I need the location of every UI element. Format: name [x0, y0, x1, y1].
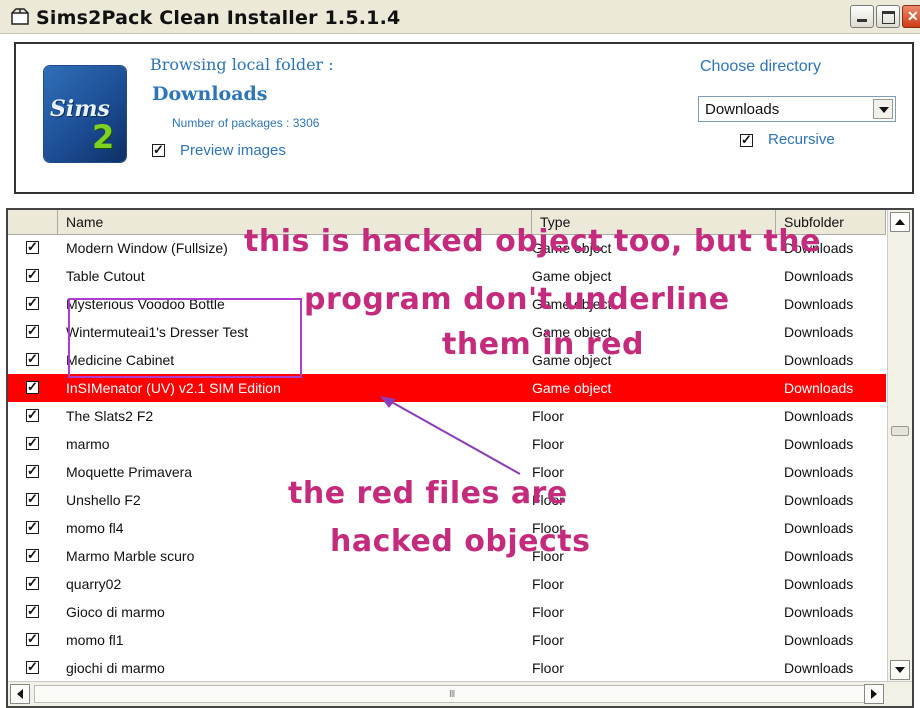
table-row[interactable]: Gioco di marmo Floor Downloads	[8, 598, 886, 626]
window-title: Sims2Pack Clean Installer 1.5.1.4	[36, 7, 401, 29]
row-checkbox[interactable]	[26, 603, 39, 619]
column-header-check[interactable]	[8, 210, 58, 234]
directory-select[interactable]: Downloads	[698, 96, 896, 122]
row-name: Marmo Marble scuro	[66, 548, 195, 564]
package-count: Number of packages : 3306	[172, 116, 320, 130]
row-subfolder: Downloads	[784, 660, 854, 676]
annotation-text-1: this is hacked object too, but the	[244, 224, 822, 259]
row-type: Floor	[532, 660, 564, 676]
minimize-button[interactable]	[850, 5, 874, 28]
annotation-text-5: hacked objects	[330, 524, 591, 559]
scroll-up-icon[interactable]	[890, 212, 910, 232]
row-type: Game object	[532, 380, 612, 396]
maximize-button[interactable]	[876, 5, 900, 28]
vertical-scrollbar[interactable]	[887, 210, 912, 682]
row-subfolder: Downloads	[784, 352, 854, 368]
row-checkbox[interactable]	[26, 351, 39, 367]
table-row[interactable]: quarry02 Floor Downloads	[8, 570, 886, 598]
row-name: Gioco di marmo	[66, 604, 165, 620]
annotation-text-3: them in red	[442, 327, 644, 362]
row-name: InSIMenator (UV) v2.1 SIM Edition	[66, 380, 281, 396]
row-subfolder: Downloads	[784, 436, 854, 452]
annotation-text-2: program don't underline	[304, 282, 730, 317]
row-checkbox[interactable]	[26, 295, 39, 311]
row-checkbox[interactable]	[26, 659, 39, 675]
sims2-logo: Sims 2	[44, 66, 126, 162]
row-type: Floor	[532, 576, 564, 592]
row-subfolder: Downloads	[784, 632, 854, 648]
preview-images-label[interactable]: Preview images	[180, 142, 286, 159]
annotation-text-4: the red files are	[288, 476, 568, 511]
row-name: quarry02	[66, 576, 122, 592]
row-checkbox[interactable]	[26, 435, 39, 451]
row-subfolder: Downloads	[784, 576, 854, 592]
row-subfolder: Downloads	[784, 296, 854, 312]
table-row[interactable]: InSIMenator (UV) v2.1 SIM Edition Game ob…	[8, 374, 886, 402]
row-checkbox[interactable]	[26, 323, 39, 339]
annotation-box	[68, 298, 302, 378]
browse-label: Browsing local folder :	[150, 55, 334, 74]
row-type: Floor	[532, 632, 564, 648]
table-row[interactable]: marmo Floor Downloads	[8, 430, 886, 458]
recursive-checkbox[interactable]	[740, 132, 753, 148]
row-type: Floor	[532, 604, 564, 620]
folder-name: Downloads	[152, 83, 268, 105]
preview-images-checkbox[interactable]	[152, 142, 165, 158]
row-subfolder: Downloads	[784, 268, 854, 284]
table-row[interactable]: The Slats2 F2 Floor Downloads	[8, 402, 886, 430]
row-name: Moquette Primavera	[66, 464, 193, 480]
row-name: Modern Window (Fullsize)	[66, 240, 228, 256]
horizontal-scrollbar[interactable]: III	[8, 681, 912, 706]
row-type: Floor	[532, 408, 564, 424]
row-name: marmo	[66, 436, 110, 452]
scroll-grip: III	[449, 689, 455, 700]
horizontal-scroll-thumb[interactable]: III	[34, 685, 880, 703]
row-checkbox[interactable]	[26, 491, 39, 507]
row-name: Unshello F2	[66, 492, 141, 508]
chevron-down-icon[interactable]	[873, 99, 893, 119]
choose-directory-link[interactable]: Choose directory	[700, 58, 821, 76]
row-subfolder: Downloads	[784, 548, 854, 564]
row-subfolder: Downloads	[784, 492, 854, 508]
row-checkbox[interactable]	[26, 519, 39, 535]
row-name: momo fl4	[66, 520, 124, 536]
row-checkbox[interactable]	[26, 463, 39, 479]
logo-number: 2	[92, 118, 115, 156]
close-button[interactable]	[902, 5, 920, 28]
row-name: giochi di marmo	[66, 660, 165, 676]
package-icon	[11, 8, 29, 25]
row-type: Floor	[532, 436, 564, 452]
directory-select-value: Downloads	[705, 101, 780, 118]
row-checkbox[interactable]	[26, 547, 39, 563]
row-checkbox[interactable]	[26, 631, 39, 647]
row-checkbox[interactable]	[26, 267, 39, 283]
row-subfolder: Downloads	[784, 324, 854, 340]
row-name: momo fl1	[66, 632, 124, 648]
scroll-left-icon[interactable]	[10, 684, 30, 704]
row-subfolder: Downloads	[784, 520, 854, 536]
row-checkbox[interactable]	[26, 379, 39, 395]
scroll-down-icon[interactable]	[890, 660, 910, 680]
row-checkbox[interactable]	[26, 239, 39, 255]
header-panel: Sims 2 Browsing local folder : Downloads…	[14, 42, 914, 194]
recursive-label[interactable]: Recursive	[768, 131, 835, 148]
table-row[interactable]: momo fl1 Floor Downloads	[8, 626, 886, 654]
row-subfolder: Downloads	[784, 464, 854, 480]
title-bar[interactable]: Sims2Pack Clean Installer 1.5.1.4	[0, 0, 920, 34]
row-checkbox[interactable]	[26, 407, 39, 423]
table-row[interactable]: giochi di marmo Floor Downloads	[8, 654, 886, 682]
row-subfolder: Downloads	[784, 604, 854, 620]
scroll-right-icon[interactable]	[864, 684, 884, 704]
row-checkbox[interactable]	[26, 575, 39, 591]
row-subfolder: Downloads	[784, 380, 854, 396]
row-subfolder: Downloads	[784, 408, 854, 424]
row-name: The Slats2 F2	[66, 408, 154, 424]
vertical-scroll-thumb[interactable]	[891, 426, 909, 436]
row-name: Table Cutout	[66, 268, 145, 284]
